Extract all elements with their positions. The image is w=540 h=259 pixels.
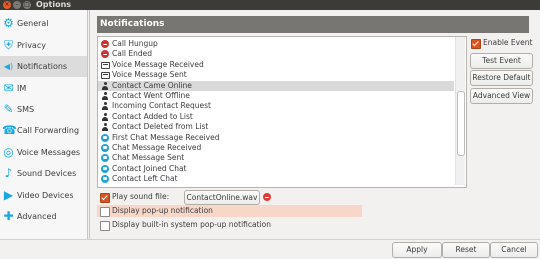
cancel-button[interactable]: Cancel	[490, 242, 538, 258]
sms-icon: ✎	[3, 102, 14, 116]
window-title: Options	[36, 0, 72, 9]
list-item[interactable]: Chat Message Sent	[98, 153, 454, 163]
chat-icon: ✉	[3, 81, 14, 95]
sidebar-item-label: Privacy	[17, 41, 46, 50]
play-sound-checkbox[interactable]	[100, 193, 110, 203]
sidebar-item-label: Voice Messages	[17, 148, 81, 157]
sidebar-item-label: IM	[17, 84, 27, 93]
list-item[interactable]: Voice Message Sent	[98, 70, 454, 80]
voicemail-icon: ◎	[3, 145, 14, 159]
contact-icon	[101, 92, 109, 100]
list-item[interactable]: Contact Joined Chat	[98, 164, 454, 174]
footer-divider	[0, 239, 540, 240]
display-builtin-checkbox[interactable]	[100, 221, 110, 231]
sidebar-item-im[interactable]: ✉ IM	[0, 78, 87, 99]
sidebar-item-label: Video Devices	[17, 191, 74, 200]
chat-icon	[101, 164, 109, 173]
sound-file-button[interactable]: ContactOnline.wav	[184, 190, 260, 205]
list-item-selected[interactable]: Contact Came Online	[98, 80, 454, 91]
sidebar-item-label: SMS	[17, 105, 35, 114]
hangup-icon	[101, 50, 109, 59]
speaker-icon: ◀)	[3, 62, 14, 71]
restore-default-button[interactable]: Restore Default	[470, 70, 533, 86]
sidebar-item-advanced[interactable]: ✚ Advanced	[0, 206, 87, 227]
chat-icon	[101, 154, 109, 163]
sidebar-item-video-devices[interactable]: ▶ Video Devices	[0, 185, 87, 206]
sidebar-item-sound-devices[interactable]: ♪ Sound Devices	[0, 163, 87, 184]
sidebar-item-notifications[interactable]: ◀) Notifications	[0, 56, 87, 77]
list-scrollbar[interactable]	[455, 37, 465, 185]
minimize-icon[interactable]: –	[13, 1, 21, 9]
sidebar: ⚙ General ⛨ Privacy ◀) Notifications ✉ I…	[0, 10, 88, 239]
contact-add-icon	[101, 112, 109, 121]
sidebar-item-label: General	[17, 19, 49, 28]
advanced-view-button[interactable]: Advanced View	[470, 88, 533, 104]
list-item[interactable]: Chat Message Received	[98, 143, 454, 153]
enable-event-label: Enable Event	[483, 38, 533, 47]
maximize-icon[interactable]: □	[23, 1, 31, 9]
apply-button[interactable]: Apply	[392, 242, 442, 258]
scrollbar-thumb[interactable]	[457, 91, 465, 156]
display-popup-label: Display pop-up notification	[112, 206, 213, 215]
call-forward-icon: ☎	[2, 123, 17, 137]
list-item[interactable]: Voice Message Received	[98, 60, 454, 70]
list-item[interactable]: Call Hungup	[98, 39, 454, 49]
sidebar-item-voice-messages[interactable]: ◎ Voice Messages	[0, 142, 87, 163]
contact-icon	[101, 102, 109, 111]
video-icon: ▶	[3, 188, 14, 202]
close-icon[interactable]: ×	[3, 1, 11, 9]
advanced-icon: ✚	[3, 209, 14, 223]
list-item[interactable]: Contact Went Offline	[98, 91, 454, 101]
contact-remove-icon	[101, 123, 109, 132]
shield-icon: ⛨	[3, 38, 13, 52]
sidebar-item-label: Notifications	[17, 62, 68, 71]
sound-icon: ♪	[4, 166, 13, 180]
list-item[interactable]: Call Ended	[98, 49, 454, 59]
clear-sound-icon[interactable]	[263, 193, 271, 201]
test-event-button[interactable]: Test Event	[470, 53, 533, 69]
sidebar-divider[interactable]	[89, 10, 90, 239]
list-item[interactable]: Incoming Contact Request	[98, 101, 454, 111]
display-popup-checkbox[interactable]	[100, 207, 110, 217]
sidebar-item-privacy[interactable]: ⛨ Privacy	[0, 35, 87, 56]
enable-event-checkbox[interactable]	[471, 39, 481, 49]
reset-button[interactable]: Reset	[442, 242, 490, 258]
contact-icon	[101, 81, 109, 90]
play-sound-label: Play sound file:	[112, 192, 170, 201]
chat-icon	[101, 133, 109, 142]
list-item[interactable]: Contact Added to List	[98, 112, 454, 122]
list-item[interactable]: Contact Left Chat	[98, 174, 454, 184]
chat-icon	[101, 144, 109, 152]
list-item[interactable]: First Chat Message Received	[98, 133, 454, 143]
hangup-icon	[101, 40, 109, 48]
chat-icon	[101, 175, 109, 184]
list-item[interactable]: Contact Deleted from List	[98, 122, 454, 132]
section-header: Notifications	[97, 16, 529, 33]
sidebar-item-label: Sound Devices	[17, 169, 77, 178]
sidebar-item-label: Call Forwarding	[17, 126, 80, 135]
display-builtin-label: Display built-in system pop-up notificat…	[112, 220, 271, 229]
sidebar-item-call-forwarding[interactable]: ☎ Call Forwarding	[0, 120, 87, 141]
sidebar-item-sms[interactable]: ✎ SMS	[0, 99, 87, 120]
voicemail-icon	[101, 61, 110, 69]
gear-icon: ⚙	[3, 16, 14, 30]
voicemail-icon	[101, 72, 110, 80]
event-list[interactable]: Call Hungup Call Ended Voice Message Rec…	[97, 36, 467, 188]
title-bar: × – □ Options	[0, 0, 540, 10]
sidebar-item-label: Advanced	[17, 212, 57, 221]
sidebar-item-general[interactable]: ⚙ General	[0, 13, 87, 34]
